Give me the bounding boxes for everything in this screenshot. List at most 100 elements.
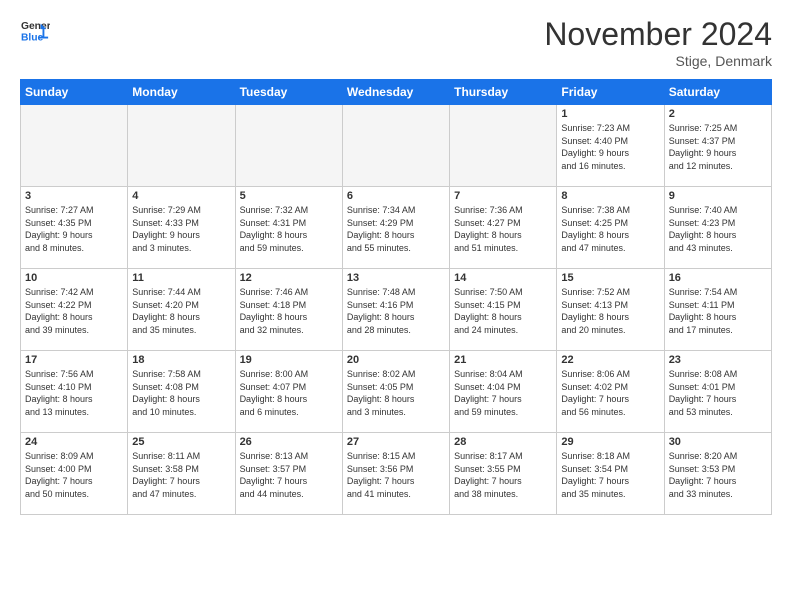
calendar-week-row-5: 24Sunrise: 8:09 AM Sunset: 4:00 PM Dayli… — [21, 433, 772, 515]
calendar-cell: 17Sunrise: 7:56 AM Sunset: 4:10 PM Dayli… — [21, 351, 128, 433]
day-number: 14 — [454, 272, 552, 284]
day-number: 25 — [132, 436, 230, 448]
calendar-cell: 29 Sunrise: 8:18 AM Sunset: 3:54 PM Dayli… — [557, 433, 664, 515]
day-info: Sunrise: 7:29 AM Sunset: 4:33 PM Dayligh… — [132, 204, 230, 254]
day-info: Sunrise: 8:00 AM Sunset: 4:07 PM Dayligh… — [240, 368, 338, 418]
calendar-cell: 6 Sunrise: 7:34 AM Sunset: 4:29 PM Daylig… — [342, 187, 449, 269]
day-info: Sunrise: 8:13 AM Sunset: 3:57 PM Dayligh… — [240, 450, 338, 500]
calendar-table: Sunday Monday Tuesday Wednesday Thursday… — [20, 79, 772, 515]
calendar-week-row-3: 10 Sunrise: 7:42 AM Sunset: 4:22 PM Dayli… — [21, 269, 772, 351]
calendar-cell: 27 Sunrise: 8:15 AM Sunset: 3:56 PM Dayli… — [342, 433, 449, 515]
calendar-cell: 23Sunrise: 8:08 AM Sunset: 4:01 PM Dayli… — [664, 351, 771, 433]
calendar-cell: 8 Sunrise: 7:38 AM Sunset: 4:25 PM Daylig… — [557, 187, 664, 269]
month-title: November 2024 — [544, 16, 772, 53]
calendar-cell: 19 Sunrise: 8:00 AM Sunset: 4:07 PM Dayli… — [235, 351, 342, 433]
day-number: 18 — [132, 354, 230, 366]
day-number: 6 — [347, 190, 445, 202]
day-number: 3 — [25, 190, 123, 202]
calendar-week-row-4: 17Sunrise: 7:56 AM Sunset: 4:10 PM Dayli… — [21, 351, 772, 433]
day-info: Sunrise: 8:08 AM Sunset: 4:01 PM Dayligh… — [669, 368, 767, 418]
day-info: Sunrise: 7:25 AM Sunset: 4:37 PM Dayligh… — [669, 122, 767, 172]
page: General Blue November 2024 Stige, Denmar… — [0, 0, 792, 612]
day-number: 13 — [347, 272, 445, 284]
day-info: Sunrise: 7:36 AM Sunset: 4:27 PM Dayligh… — [454, 204, 552, 254]
title-block: November 2024 Stige, Denmark — [544, 16, 772, 69]
day-info: Sunrise: 7:58 AM Sunset: 4:08 PM Dayligh… — [132, 368, 230, 418]
day-info: Sunrise: 8:18 AM Sunset: 3:54 PM Dayligh… — [561, 450, 659, 500]
day-number: 16 — [669, 272, 767, 284]
calendar-cell: 28Sunrise: 8:17 AM Sunset: 3:55 PM Dayli… — [450, 433, 557, 515]
day-info: Sunrise: 7:32 AM Sunset: 4:31 PM Dayligh… — [240, 204, 338, 254]
day-info: Sunrise: 8:17 AM Sunset: 3:55 PM Dayligh… — [454, 450, 552, 500]
calendar-cell — [235, 105, 342, 187]
day-info: Sunrise: 7:48 AM Sunset: 4:16 PM Dayligh… — [347, 286, 445, 336]
day-number: 8 — [561, 190, 659, 202]
header-thursday: Thursday — [450, 80, 557, 105]
calendar-cell: 24Sunrise: 8:09 AM Sunset: 4:00 PM Dayli… — [21, 433, 128, 515]
header-friday: Friday — [557, 80, 664, 105]
day-number: 1 — [561, 108, 659, 120]
day-info: Sunrise: 7:44 AM Sunset: 4:20 PM Dayligh… — [132, 286, 230, 336]
day-number: 30 — [669, 436, 767, 448]
day-info: Sunrise: 7:54 AM Sunset: 4:11 PM Dayligh… — [669, 286, 767, 336]
day-info: Sunrise: 7:46 AM Sunset: 4:18 PM Dayligh… — [240, 286, 338, 336]
calendar-cell: 18 Sunrise: 7:58 AM Sunset: 4:08 PM Dayli… — [128, 351, 235, 433]
day-number: 27 — [347, 436, 445, 448]
calendar-cell: 2 Sunrise: 7:25 AM Sunset: 4:37 PM Daylig… — [664, 105, 771, 187]
day-info: Sunrise: 8:06 AM Sunset: 4:02 PM Dayligh… — [561, 368, 659, 418]
header-monday: Monday — [128, 80, 235, 105]
day-number: 15 — [561, 272, 659, 284]
header-sunday: Sunday — [21, 80, 128, 105]
calendar-cell: 4 Sunrise: 7:29 AM Sunset: 4:33 PM Daylig… — [128, 187, 235, 269]
day-info: Sunrise: 8:04 AM Sunset: 4:04 PM Dayligh… — [454, 368, 552, 418]
calendar-cell: 7 Sunrise: 7:36 AM Sunset: 4:27 PM Daylig… — [450, 187, 557, 269]
day-number: 11 — [132, 272, 230, 284]
calendar-cell: 11 Sunrise: 7:44 AM Sunset: 4:20 PM Dayli… — [128, 269, 235, 351]
day-number: 20 — [347, 354, 445, 366]
day-number: 5 — [240, 190, 338, 202]
calendar-cell: 30 Sunrise: 8:20 AM Sunset: 3:53 PM Dayli… — [664, 433, 771, 515]
calendar-cell: 16 Sunrise: 7:54 AM Sunset: 4:11 PM Dayli… — [664, 269, 771, 351]
calendar-cell: 26 Sunrise: 8:13 AM Sunset: 3:57 PM Dayli… — [235, 433, 342, 515]
day-number: 22 — [561, 354, 659, 366]
calendar-cell: 21 Sunrise: 8:04 AM Sunset: 4:04 PM Dayli… — [450, 351, 557, 433]
calendar-cell — [342, 105, 449, 187]
calendar-cell: 15 Sunrise: 7:52 AM Sunset: 4:13 PM Dayli… — [557, 269, 664, 351]
day-info: Sunrise: 8:20 AM Sunset: 3:53 PM Dayligh… — [669, 450, 767, 500]
day-info: Sunrise: 8:15 AM Sunset: 3:56 PM Dayligh… — [347, 450, 445, 500]
calendar-cell: 25Sunrise: 8:11 AM Sunset: 3:58 PM Dayli… — [128, 433, 235, 515]
day-number: 26 — [240, 436, 338, 448]
day-number: 10 — [25, 272, 123, 284]
calendar-cell — [450, 105, 557, 187]
day-number: 9 — [669, 190, 767, 202]
calendar-cell: 14 Sunrise: 7:50 AM Sunset: 4:15 PM Dayli… — [450, 269, 557, 351]
svg-text:General: General — [21, 21, 50, 32]
day-info: Sunrise: 7:34 AM Sunset: 4:29 PM Dayligh… — [347, 204, 445, 254]
day-number: 2 — [669, 108, 767, 120]
calendar-cell: 9 Sunrise: 7:40 AM Sunset: 4:23 PM Daylig… — [664, 187, 771, 269]
day-info: Sunrise: 7:50 AM Sunset: 4:15 PM Dayligh… — [454, 286, 552, 336]
day-number: 21 — [454, 354, 552, 366]
day-number: 4 — [132, 190, 230, 202]
day-number: 7 — [454, 190, 552, 202]
calendar-cell: 3 Sunrise: 7:27 AM Sunset: 4:35 PM Daylig… — [21, 187, 128, 269]
day-info: Sunrise: 7:40 AM Sunset: 4:23 PM Dayligh… — [669, 204, 767, 254]
calendar-cell — [128, 105, 235, 187]
day-info: Sunrise: 7:38 AM Sunset: 4:25 PM Dayligh… — [561, 204, 659, 254]
day-info: Sunrise: 7:23 AM Sunset: 4:40 PM Dayligh… — [561, 122, 659, 172]
calendar-cell: 10 Sunrise: 7:42 AM Sunset: 4:22 PM Dayli… — [21, 269, 128, 351]
day-number: 24 — [25, 436, 123, 448]
logo-icon: General Blue — [20, 16, 50, 46]
calendar-week-row-1: 1 Sunrise: 7:23 AM Sunset: 4:40 PM Daylig… — [21, 105, 772, 187]
day-number: 29 — [561, 436, 659, 448]
day-number: 19 — [240, 354, 338, 366]
calendar-cell: 13 Sunrise: 7:48 AM Sunset: 4:16 PM Dayli… — [342, 269, 449, 351]
day-info: Sunrise: 7:27 AM Sunset: 4:35 PM Dayligh… — [25, 204, 123, 254]
day-info: Sunrise: 7:42 AM Sunset: 4:22 PM Dayligh… — [25, 286, 123, 336]
header-saturday: Saturday — [664, 80, 771, 105]
day-info: Sunrise: 7:52 AM Sunset: 4:13 PM Dayligh… — [561, 286, 659, 336]
day-info: Sunrise: 8:02 AM Sunset: 4:05 PM Dayligh… — [347, 368, 445, 418]
calendar-week-row-2: 3 Sunrise: 7:27 AM Sunset: 4:35 PM Daylig… — [21, 187, 772, 269]
calendar-header-row: Sunday Monday Tuesday Wednesday Thursday… — [21, 80, 772, 105]
calendar-cell — [21, 105, 128, 187]
